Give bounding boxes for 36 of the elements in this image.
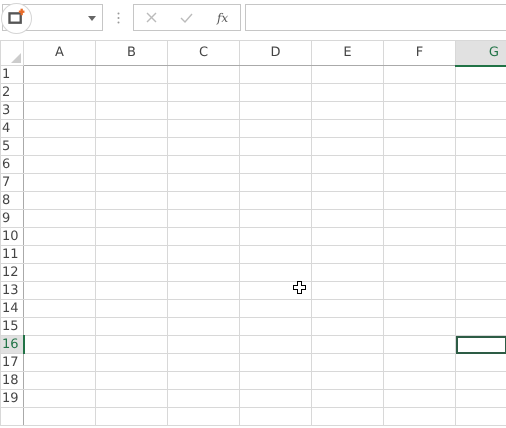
more-options-icon[interactable] — [116, 12, 120, 24]
formula-input[interactable] — [245, 4, 506, 31]
cancel-icon[interactable] — [146, 12, 157, 23]
row-header[interactable]: 1 — [0, 66, 24, 84]
row-header[interactable]: 7 — [0, 174, 24, 192]
row-header[interactable]: 10 — [0, 228, 24, 246]
column-header[interactable]: G — [456, 40, 506, 66]
row-header[interactable]: 9 — [0, 210, 24, 228]
row-header[interactable]: 5 — [0, 138, 24, 156]
row-header[interactable]: 4 — [0, 120, 24, 138]
column-header[interactable]: F — [384, 40, 456, 66]
app-logo-icon[interactable] — [1, 3, 32, 34]
selected-cell[interactable] — [456, 336, 506, 354]
dropdown-caret-icon[interactable] — [88, 16, 96, 21]
row-header[interactable]: 19 — [0, 390, 24, 408]
cursor-icon — [293, 281, 306, 294]
column-header[interactable]: C — [168, 40, 240, 66]
column-header[interactable]: E — [312, 40, 384, 66]
row-header[interactable]: 12 — [0, 264, 24, 282]
row-header[interactable]: 14 — [0, 300, 24, 318]
row-header[interactable]: 3 — [0, 102, 24, 120]
row-header[interactable]: 13 — [0, 282, 24, 300]
select-all-icon[interactable] — [11, 52, 21, 63]
name-box[interactable] — [2, 4, 103, 31]
row-header[interactable]: 11 — [0, 246, 24, 264]
row-header[interactable]: 18 — [0, 372, 24, 390]
column-header[interactable]: D — [240, 40, 312, 66]
row-header[interactable]: 6 — [0, 156, 24, 174]
row-header[interactable]: 2 — [0, 84, 24, 102]
row-header[interactable]: 8 — [0, 192, 24, 210]
row-header[interactable]: 17 — [0, 354, 24, 372]
column-header[interactable]: B — [96, 40, 168, 66]
row-header[interactable]: 16 — [0, 336, 24, 354]
column-header[interactable]: A — [24, 40, 96, 66]
insert-function-button[interactable]: fx — [216, 8, 228, 26]
checkmark-icon[interactable] — [180, 12, 194, 22]
